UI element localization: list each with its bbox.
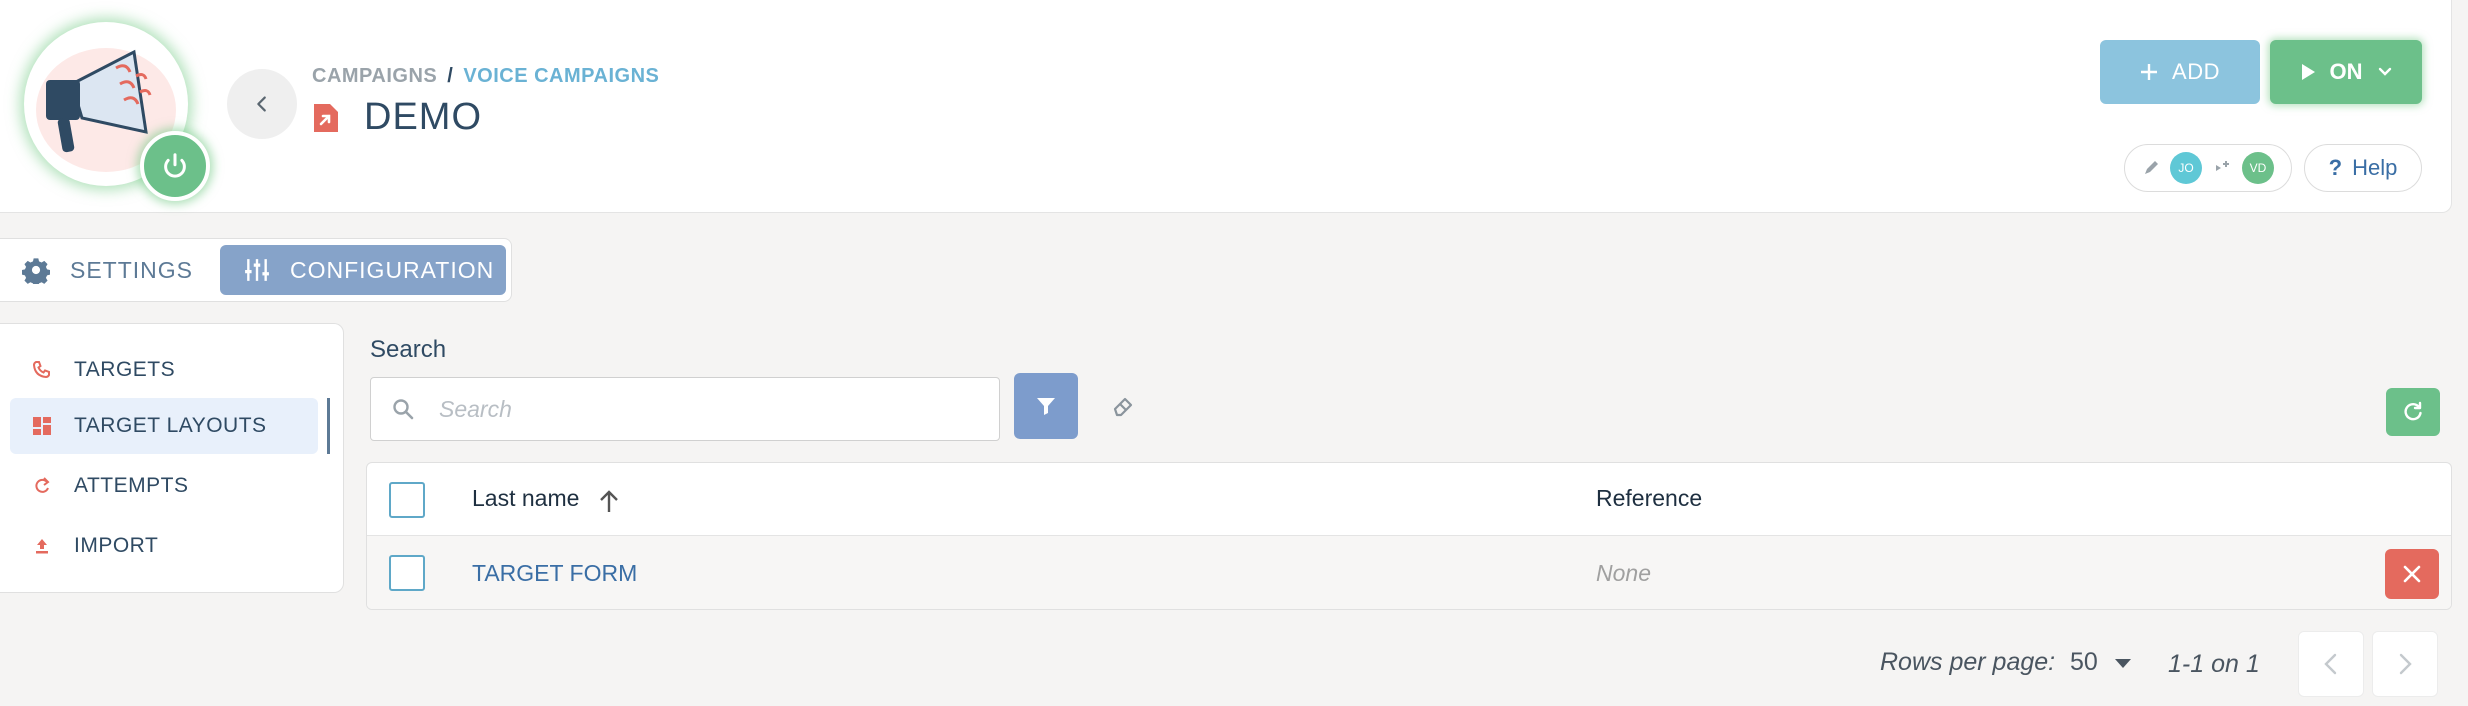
- add-button-label: ADD: [2172, 59, 2220, 84]
- column-header-last-name[interactable]: Last name: [472, 485, 622, 514]
- previous-page-button[interactable]: [2298, 631, 2364, 697]
- row-last-name-link[interactable]: TARGET FORM: [472, 560, 637, 587]
- select-all-checkbox[interactable]: [389, 482, 425, 518]
- sidebar-item-import-label: IMPORT: [74, 534, 159, 557]
- eraser-icon: [1113, 397, 1133, 417]
- play-icon: [2301, 64, 2315, 80]
- clear-filters-button[interactable]: [1104, 386, 1144, 426]
- help-button[interactable]: ? Help: [2304, 144, 2422, 192]
- power-toggle-button[interactable]: [140, 131, 210, 201]
- chevron-left-icon: [257, 96, 266, 112]
- chevron-left-icon: [2324, 653, 2337, 675]
- question-icon: ?: [2328, 155, 2343, 180]
- sidebar-item-attempts[interactable]: ATTEMPTS: [10, 458, 318, 514]
- retry-icon: [35, 477, 50, 493]
- breadcrumb-voice-campaigns[interactable]: VOICE CAMPAIGNS: [463, 65, 659, 88]
- table-header: Last name Reference: [367, 463, 2451, 536]
- sidebar-item-target-layouts-label: TARGET LAYOUTS: [74, 414, 267, 437]
- sidebar-item-target-layouts[interactable]: TARGET LAYOUTS: [10, 398, 318, 454]
- chevron-down-icon: [2378, 67, 2391, 76]
- breadcrumb-separator: /: [447, 65, 454, 87]
- sidebar-item-import[interactable]: IMPORT: [10, 518, 318, 574]
- collaborators-pill[interactable]: JO VD: [2124, 144, 2292, 192]
- tab-configuration[interactable]: CONFIGURATION: [220, 245, 506, 295]
- sidebar-active-indicator: [327, 398, 330, 454]
- avatar-jo: JO: [2170, 152, 2202, 184]
- close-icon: [2403, 565, 2421, 583]
- gear-icon: [22, 258, 50, 284]
- upload-icon: [36, 539, 48, 554]
- status-dropdown-button[interactable]: ON: [2270, 40, 2422, 104]
- help-label: Help: [2352, 155, 2398, 180]
- caret-down-icon: [2114, 658, 2131, 668]
- rows-per-page-select[interactable]: 50: [2070, 648, 2132, 677]
- plus-icon: [2141, 64, 2158, 80]
- sparkle-icon: [2216, 161, 2229, 171]
- avatar-vd: VD: [2242, 152, 2274, 184]
- table-row[interactable]: TARGET FORM None: [367, 536, 2451, 609]
- delete-row-button[interactable]: [2385, 549, 2439, 599]
- breadcrumb: CAMPAIGNS / VOICE CAMPAIGNS: [312, 65, 659, 88]
- search-field[interactable]: [370, 377, 1000, 441]
- column-header-last-name-label: Last name: [472, 485, 580, 511]
- row-reference: None: [1596, 560, 1651, 586]
- sidebar: TARGETS TARGET LAYOUTS ATTEMPTS IMPORT: [0, 323, 344, 593]
- pagination-range: 1-1 on 1: [2168, 650, 2260, 678]
- breadcrumb-campaigns[interactable]: CAMPAIGNS: [312, 65, 437, 88]
- page-title: DEMO: [364, 96, 482, 138]
- tab-bar: SETTINGS CONFIGURATION: [0, 238, 512, 302]
- pencil-icon: [2145, 161, 2158, 174]
- data-table: Last name Reference TARGET FORM None: [366, 462, 2452, 610]
- refresh-button[interactable]: [2386, 388, 2440, 436]
- file-export-icon: [314, 103, 338, 132]
- column-header-reference[interactable]: Reference: [1596, 485, 1702, 512]
- phone-icon: [32, 361, 50, 379]
- sort-ascending-icon: [599, 490, 618, 512]
- refresh-icon: [2404, 401, 2422, 421]
- tab-settings[interactable]: SETTINGS: [22, 245, 193, 295]
- rows-per-page-value: 50: [2070, 648, 2098, 676]
- row-checkbox[interactable]: [389, 555, 425, 591]
- search-icon: [393, 399, 414, 420]
- layout-icon: [33, 417, 51, 435]
- filter-icon: [1037, 398, 1055, 415]
- tab-configuration-label: CONFIGURATION: [290, 256, 495, 283]
- status-label: ON: [2329, 59, 2363, 84]
- back-button[interactable]: [227, 69, 297, 139]
- next-page-button[interactable]: [2372, 631, 2438, 697]
- header-card: CAMPAIGNS / VOICE CAMPAIGNS DEMO ADD ON …: [0, 0, 2452, 213]
- page-title-row: DEMO: [312, 96, 482, 139]
- search-input[interactable]: [439, 395, 959, 423]
- chevron-right-icon: [2399, 653, 2412, 675]
- tab-settings-label: SETTINGS: [70, 256, 194, 283]
- rows-per-page-label: Rows per page:: [1880, 648, 2056, 676]
- sliders-icon: [245, 259, 269, 281]
- sidebar-item-attempts-label: ATTEMPTS: [74, 474, 189, 497]
- sidebar-item-targets-label: TARGETS: [74, 358, 176, 381]
- sidebar-item-targets[interactable]: TARGETS: [10, 342, 318, 398]
- power-icon: [164, 153, 186, 178]
- add-button[interactable]: ADD: [2100, 40, 2260, 104]
- filter-button[interactable]: [1014, 373, 1078, 439]
- search-label: Search: [370, 336, 447, 363]
